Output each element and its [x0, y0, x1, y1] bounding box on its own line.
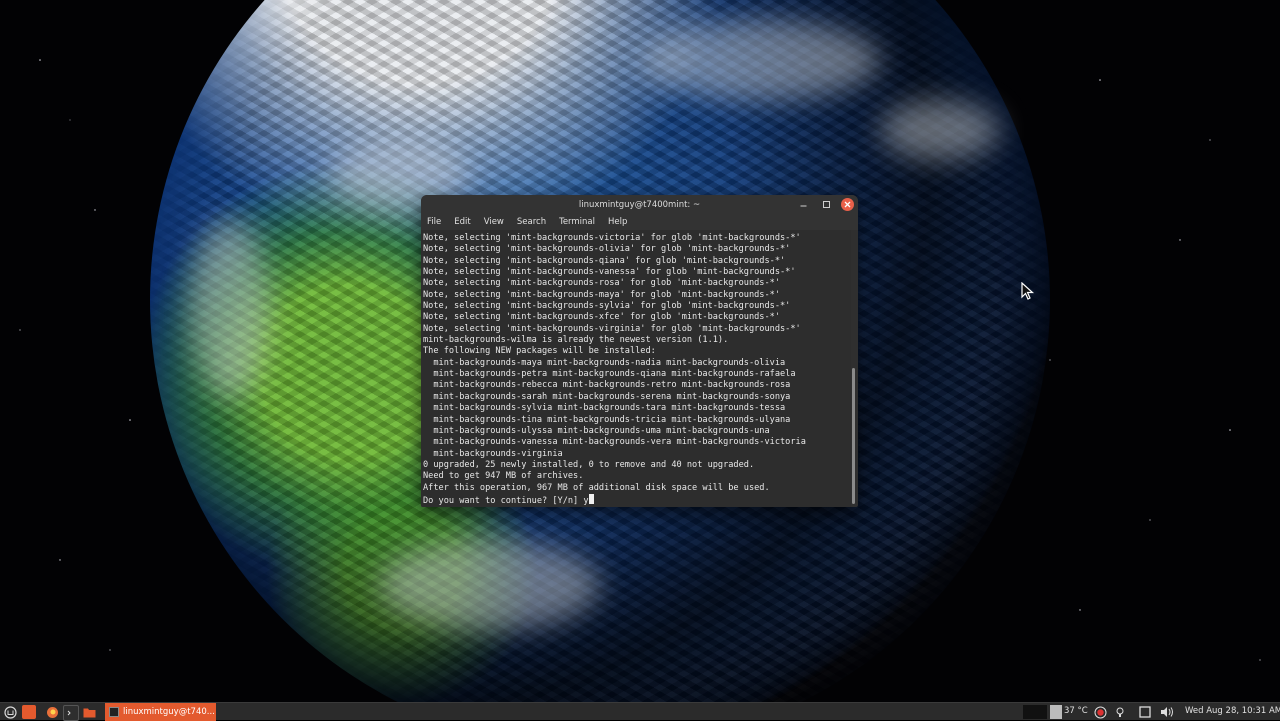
- prompt-text: Do you want to continue? [Y/n]: [423, 495, 584, 506]
- terminal-line: Note, selecting 'mint-backgrounds-rosa' …: [423, 278, 780, 289]
- menu-edit[interactable]: Edit: [454, 217, 470, 227]
- show-desktop-icon[interactable]: [22, 705, 36, 719]
- terminal-line: Note, selecting 'mint-backgrounds-virgin…: [423, 323, 801, 334]
- terminal-line: Need to get 947 MB of archives.: [423, 471, 584, 482]
- scrollbar-thumb[interactable]: [852, 368, 855, 504]
- minimize-button[interactable]: [797, 198, 810, 211]
- text-cursor: [588, 493, 594, 504]
- menu-terminal[interactable]: Terminal: [559, 217, 595, 227]
- terminal-line: mint-backgrounds-petra mint-backgrounds-…: [423, 369, 796, 380]
- update-manager-icon[interactable]: [1093, 705, 1107, 719]
- taskbar-window-terminal[interactable]: linuxmintguy@t740...: [105, 703, 216, 721]
- terminal-line: Note, selecting 'mint-backgrounds-qiana'…: [423, 255, 786, 266]
- close-button[interactable]: [841, 198, 854, 211]
- terminal-line: Note, selecting 'mint-backgrounds-victor…: [423, 233, 801, 243]
- menu-view[interactable]: View: [484, 217, 504, 227]
- workspace-icon[interactable]: [1023, 705, 1047, 719]
- terminal-line: mint-backgrounds-wilma is already the ne…: [423, 335, 729, 346]
- terminal-line: After this operation, 967 MB of addition…: [423, 482, 770, 493]
- terminal-line: mint-backgrounds-sylvia mint-backgrounds…: [423, 403, 786, 414]
- display-icon[interactable]: [1138, 705, 1152, 719]
- taskbar-window-label: linuxmintguy@t740...: [123, 707, 215, 717]
- cloud: [190, 220, 270, 400]
- cloud: [380, 540, 600, 630]
- terminal-line: Note, selecting 'mint-backgrounds-vaness…: [423, 267, 796, 278]
- terminal-line: 0 upgraded, 25 newly installed, 0 to rem…: [423, 459, 755, 470]
- temperature-readout: 37 °C: [1064, 706, 1088, 716]
- terminal-line: mint-backgrounds-maya mint-backgrounds-n…: [423, 357, 786, 368]
- mouse-pointer-icon: [1021, 282, 1035, 300]
- volume-icon[interactable]: [1160, 705, 1174, 719]
- cloud: [640, 20, 880, 100]
- menu-file[interactable]: File: [427, 217, 441, 227]
- minimize-icon: [800, 205, 807, 207]
- menu-icon[interactable]: [3, 705, 17, 719]
- terminal-line: mint-backgrounds-sarah mint-backgrounds-…: [423, 391, 791, 402]
- menu-help[interactable]: Help: [608, 217, 627, 227]
- files-icon[interactable]: [82, 705, 96, 719]
- menu-search[interactable]: Search: [517, 217, 546, 227]
- taskbar-panel: linuxmintguy@t740... 37 °C Wed Aug 28, 1…: [0, 702, 1280, 721]
- terminal-line: mint-backgrounds-tina mint-backgrounds-t…: [423, 414, 791, 425]
- terminal-window[interactable]: linuxmintguy@t7400mint: ~ File Edit View…: [421, 195, 858, 507]
- terminal-line: The following NEW packages will be insta…: [423, 346, 656, 357]
- prompt-line[interactable]: Do you want to continue? [Y/n] y: [423, 493, 851, 506]
- terminal-line: mint-backgrounds-rebecca mint-background…: [423, 380, 791, 391]
- network-icon[interactable]: [1113, 705, 1127, 719]
- terminal-line: mint-backgrounds-virginia: [423, 448, 563, 459]
- terminal-icon[interactable]: [63, 705, 79, 721]
- window-titlebar[interactable]: linuxmintguy@t7400mint: ~: [421, 195, 858, 214]
- terminal-output[interactable]: Note, selecting 'mint-backgrounds-victor…: [421, 230, 851, 507]
- cloud: [880, 100, 1000, 160]
- firefox-icon[interactable]: [45, 705, 59, 719]
- clock[interactable]: Wed Aug 28, 10:31 AM: [1185, 706, 1280, 716]
- terminal-line: Note, selecting 'mint-backgrounds-olivia…: [423, 244, 791, 255]
- terminal-line: Note, selecting 'mint-backgrounds-maya' …: [423, 289, 780, 300]
- close-icon: [844, 201, 851, 208]
- terminal-line: Note, selecting 'mint-backgrounds-sylvia…: [423, 301, 791, 312]
- terminal-line: Note, selecting 'mint-backgrounds-xfce' …: [423, 312, 780, 323]
- cpu-graph-icon[interactable]: [1050, 705, 1062, 719]
- maximize-button[interactable]: [820, 198, 833, 211]
- terminal-line: mint-backgrounds-ulyssa mint-backgrounds…: [423, 425, 770, 436]
- maximize-icon: [823, 201, 830, 208]
- menubar: File Edit View Search Terminal Help: [421, 214, 858, 230]
- terminal-line: mint-backgrounds-vanessa mint-background…: [423, 437, 806, 448]
- window-title: linuxmintguy@t7400mint: ~: [578, 199, 701, 210]
- terminal-icon: [109, 707, 119, 717]
